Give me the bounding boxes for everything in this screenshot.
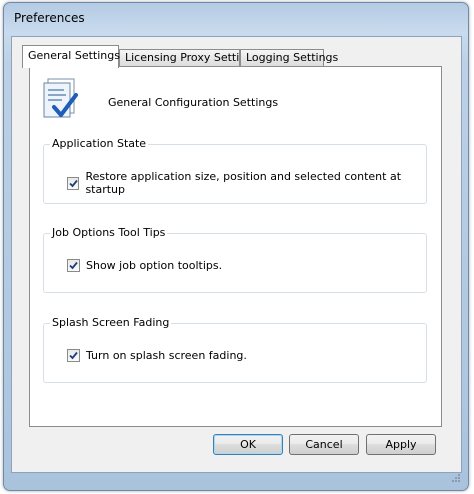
checkmark-icon xyxy=(69,261,78,270)
group-job-options-tool-tips: Job Options Tool Tips Show job option to… xyxy=(43,226,427,293)
section-header-text: General Configuration Settings xyxy=(108,96,279,109)
group-title: Job Options Tool Tips xyxy=(50,226,168,239)
restore-application-option: Restore application size, position and s… xyxy=(67,170,426,196)
ok-button[interactable]: OK xyxy=(213,434,283,455)
checkmark-icon xyxy=(69,179,78,187)
group-splash-screen-fading: Splash Screen Fading Turn on splash scre… xyxy=(43,316,427,383)
checkbox-label[interactable]: Restore application size, position and s… xyxy=(85,170,426,196)
show-tooltips-option: Show job option tooltips. xyxy=(67,259,222,272)
resize-grip-icon[interactable] xyxy=(450,472,460,482)
apply-button[interactable]: Apply xyxy=(366,434,436,455)
tab-general-settings[interactable]: General Settings xyxy=(22,45,120,68)
restore-application-checkbox[interactable] xyxy=(67,176,80,190)
show-tooltips-checkbox[interactable] xyxy=(67,259,80,272)
group-title: Application State xyxy=(50,137,149,150)
checkmark-icon xyxy=(69,351,78,360)
splash-fading-checkbox[interactable] xyxy=(67,349,80,362)
tab-licensing-proxy-settings[interactable]: Licensing Proxy Settings xyxy=(119,49,259,67)
group-application-state: Application State Restore application si… xyxy=(43,137,427,204)
cancel-button[interactable]: Cancel xyxy=(289,434,359,455)
checkbox-label[interactable]: Turn on splash screen fading. xyxy=(86,349,247,362)
settings-document-check-icon xyxy=(43,78,78,118)
general-settings-panel: General Configuration Settings Applicati… xyxy=(29,66,442,427)
tab-logging-settings[interactable]: Logging Settings xyxy=(240,49,338,67)
window-title: Preferences xyxy=(14,11,85,25)
group-title: Splash Screen Fading xyxy=(50,316,172,329)
splash-fading-option: Turn on splash screen fading. xyxy=(67,349,247,362)
checkbox-label[interactable]: Show job option tooltips. xyxy=(86,259,222,272)
